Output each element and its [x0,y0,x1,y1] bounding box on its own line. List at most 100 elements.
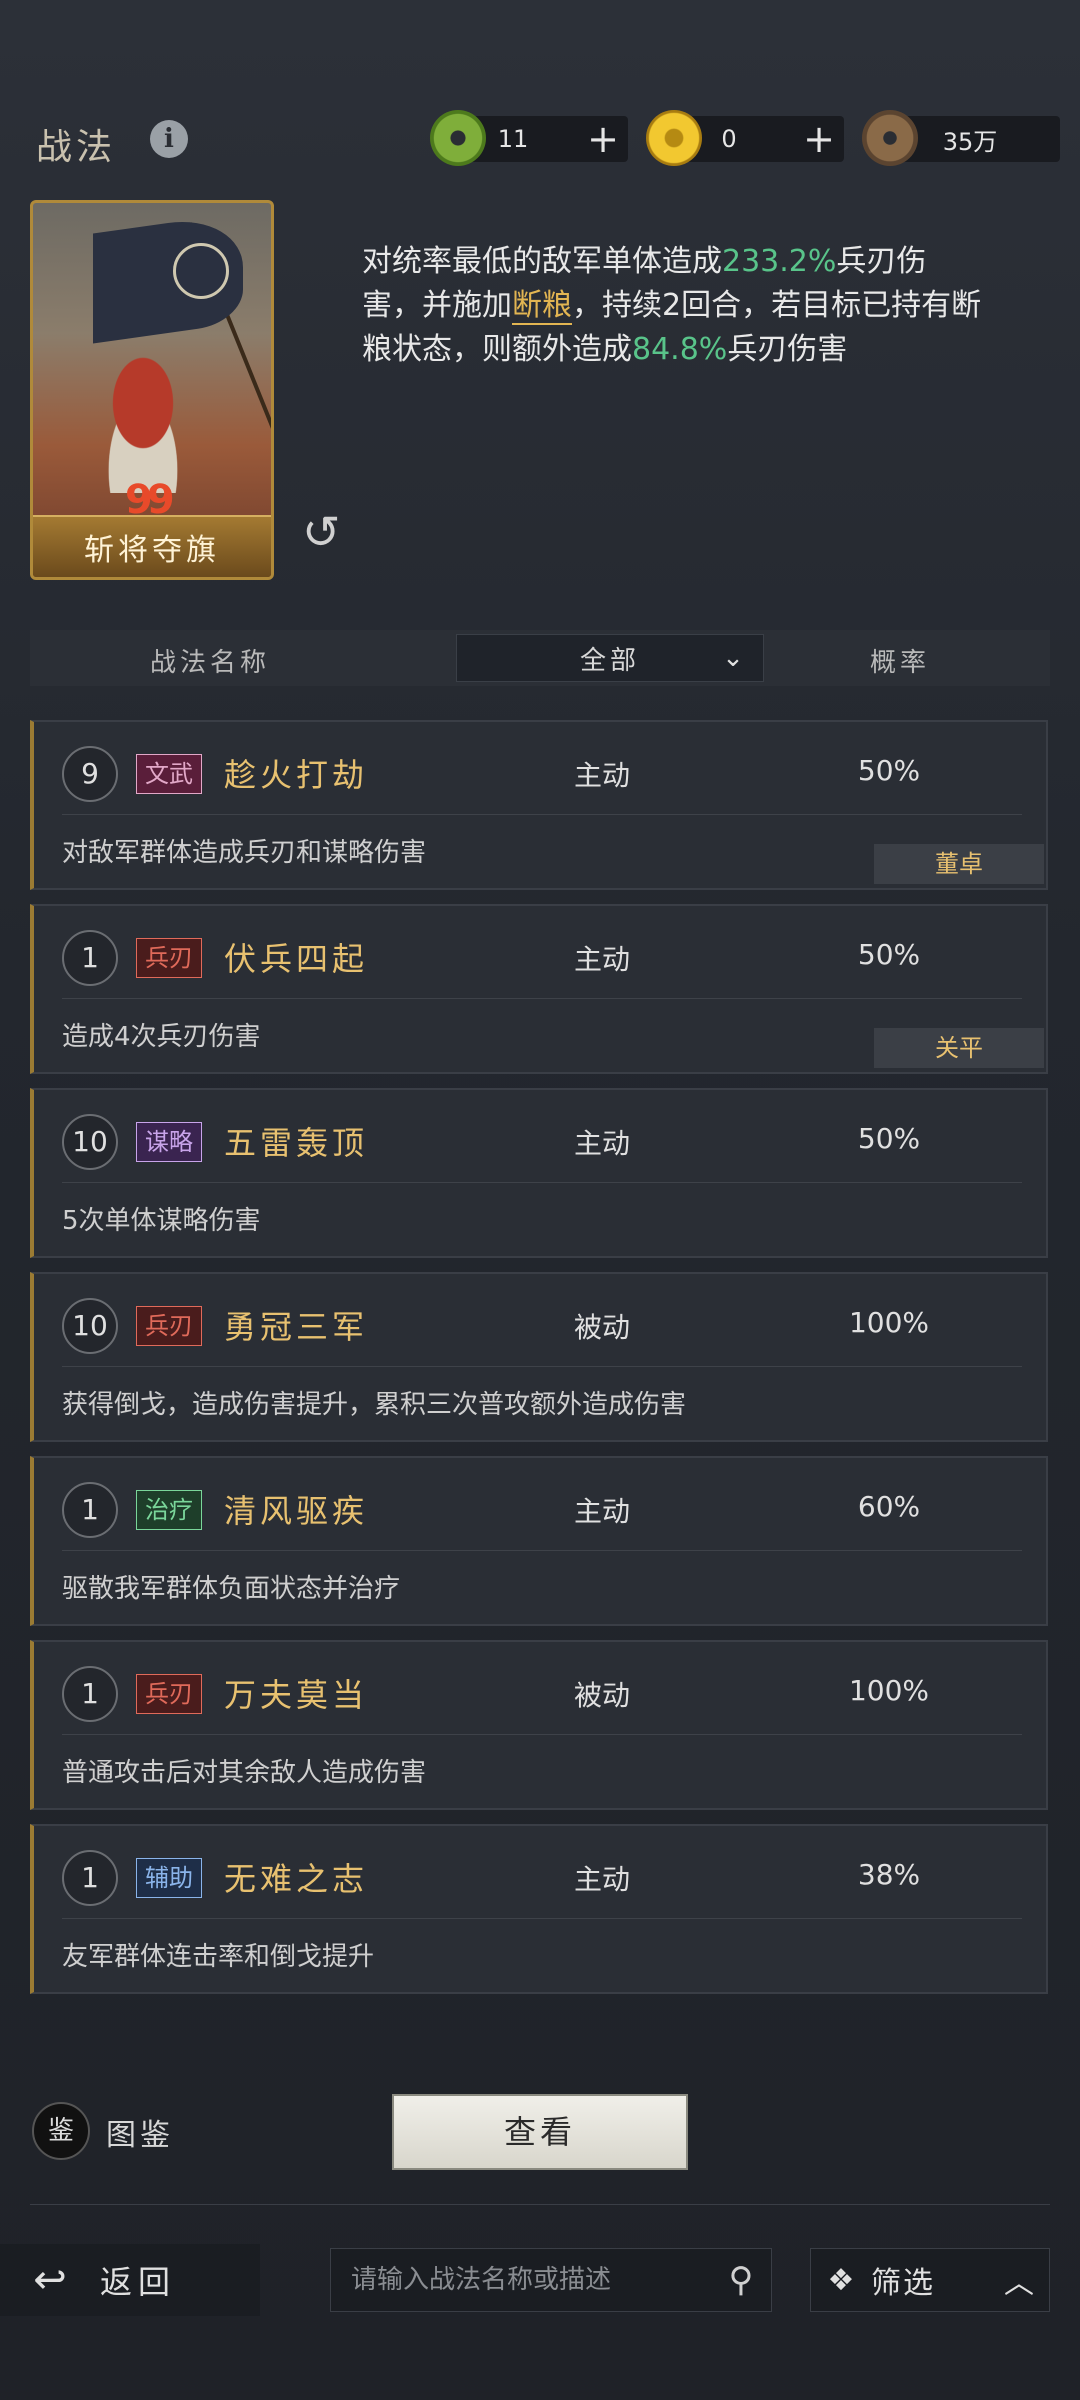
header-rate: 概率 [870,648,931,678]
tactic-kind: 被动 [574,1679,631,1712]
tactic-rate: 100% [848,1306,930,1339]
chevron-up-icon: ︿ [1004,2266,1034,2301]
level-badge: 10 [62,1114,118,1170]
list-item[interactable]: 10 兵刃 勇冠三军 被动 100% 获得倒戈，造成伤害提升，累积三次普攻额外造… [30,1272,1048,1442]
tactic-rate: 38% [857,1858,921,1891]
level-badge: 1 [62,930,118,986]
tactic-desc: 5次单体谋略伤害 [62,1206,261,1236]
filter-label: 筛选 [871,2266,935,2301]
codex-label[interactable]: 图鉴 [106,2110,174,2154]
tactic-name: 勇冠三军 [224,1308,369,1346]
search-icon[interactable]: ⚲ [711,2260,771,2300]
list-item[interactable]: 1 兵刃 万夫莫当 被动 100% 普通攻击后对其余敌人造成伤害 [30,1640,1048,1810]
tactic-desc: 友军群体连击率和倒戈提升 [62,1942,375,1972]
tactic-kind: 被动 [574,1311,631,1344]
search-input[interactable] [331,2265,711,2295]
tactic-rate: 50% [857,754,921,787]
divider [62,1918,1022,1919]
type-tag: 兵刃 [136,938,202,978]
copper-coin-icon [862,110,918,166]
back-arrow-icon: ↩ [33,2257,67,2303]
add-jade-button[interactable]: + [578,119,628,159]
type-tag: 兵刃 [136,1674,202,1714]
type-filter-dropdown[interactable]: 全部 ⌄ [456,634,764,682]
filter-button[interactable]: ❖ 筛选 ︿ [810,2248,1050,2312]
tactic-name: 趁火打劫 [224,756,369,794]
tactic-rate: 50% [857,1122,921,1155]
list-item[interactable]: 1 兵刃 伏兵四起 主动 50% 造成4次兵刃伤害 关平 [30,904,1048,1074]
list-item[interactable]: 1 治疗 清风驱疾 主动 60% 驱散我军群体负面状态并治疗 [30,1456,1048,1626]
status-link[interactable]: 断粮 [512,288,572,325]
level-badge: 1 [62,1850,118,1906]
tactic-name: 五雷轰顶 [224,1124,369,1162]
tactic-name: 伏兵四起 [224,940,369,978]
tactics-list[interactable]: 9 文武 趁火打劫 主动 50% 对敌军群体造成兵刃和谋略伤害 董卓 1 兵刃 … [30,700,1050,2022]
level-badge: 1 [62,1666,118,1722]
chevron-down-icon: ⌄ [722,643,744,673]
flag-emblem [173,243,229,299]
card-name-plate: 斩将夺旗 [33,515,271,577]
tactic-rate: 50% [857,938,921,971]
info-icon[interactable]: i [150,120,188,158]
gold-coin-icon [646,110,702,166]
tactic-kind: 主动 [574,1863,631,1896]
tactic-desc: 对敌军群体造成兵刃和谋略伤害 [62,838,427,868]
type-tag: 兵刃 [136,1306,202,1346]
back-label: 返回 [100,2263,177,2301]
level-badge: 1 [62,1482,118,1538]
level-badge: 9 [62,746,118,802]
divider [62,1366,1022,1367]
tactic-card[interactable]: 99 斩将夺旗 [30,200,274,580]
desc-text: 兵刃伤害 [727,332,848,367]
card-name: 斩将夺旗 [84,533,220,568]
view-button[interactable]: 查看 [392,2094,688,2170]
tactic-kind: 主动 [574,759,631,792]
book-icon[interactable]: 鉴 [32,2102,90,2160]
back-button[interactable]: ↩ 返回 [0,2244,260,2316]
level-badge: 10 [62,1298,118,1354]
tactic-desc: 获得倒戈，造成伤害提升，累积三次普攻额外造成伤害 [62,1390,687,1420]
gold-resource: 0 + [646,110,844,166]
desc-text: 对统率最低的敌军单体造成 [362,244,722,279]
divider [62,1182,1022,1183]
jade-coin-icon [430,110,486,166]
divider [62,998,1022,999]
search-box[interactable]: ⚲ [330,2248,772,2312]
tactic-rate: 60% [857,1490,921,1523]
tactic-kind: 主动 [574,1495,631,1528]
divider [62,1550,1022,1551]
tactic-desc: 驱散我军群体负面状态并治疗 [62,1574,401,1604]
divider [62,814,1022,815]
tactic-name: 万夫莫当 [224,1676,369,1714]
copper-resource: 35万 [862,110,1060,166]
owner-badge: 董卓 [874,844,1044,884]
damage-value-2: 84.8% [632,332,728,367]
list-item[interactable]: 1 辅助 无难之志 主动 38% 友军群体连击率和倒戈提升 [30,1824,1048,1994]
type-tag: 辅助 [136,1858,202,1898]
tactic-name: 无难之志 [224,1860,369,1898]
filter-value: 全部 [579,645,640,676]
tactic-name: 清风驱疾 [224,1492,369,1530]
tactic-desc: 造成4次兵刃伤害 [62,1022,261,1052]
type-tag: 文武 [136,754,202,794]
refresh-icon[interactable]: ↺ [302,509,346,555]
tactic-rate: 100% [848,1674,930,1707]
page-title: 战法 [36,127,117,168]
tactic-desc: 普通攻击后对其余敌人造成伤害 [62,1758,427,1788]
list-item[interactable]: 10 谋略 五雷轰顶 主动 50% 5次单体谋略伤害 [30,1088,1048,1258]
type-tag: 治疗 [136,1490,202,1530]
divider [30,2204,1050,2205]
general-art [83,343,203,493]
list-item[interactable]: 9 文武 趁火打劫 主动 50% 对敌军群体造成兵刃和谋略伤害 董卓 [30,720,1048,890]
damage-value-1: 233.2% [722,244,837,279]
jade-resource: 11 + [430,110,628,166]
filter-icon: ❖ [827,2262,855,2298]
type-tag: 谋略 [136,1122,202,1162]
divider [62,1734,1022,1735]
tactic-kind: 主动 [574,943,631,976]
add-gold-button[interactable]: + [794,119,844,159]
owner-badge: 关平 [874,1028,1044,1068]
header-name: 战法名称 [150,648,271,678]
tactic-kind: 主动 [574,1127,631,1160]
tactic-description: 对统率最低的敌军单体造成233.2%兵刃伤害，并施加断粮，持续2回合，若目标已持… [362,240,982,372]
